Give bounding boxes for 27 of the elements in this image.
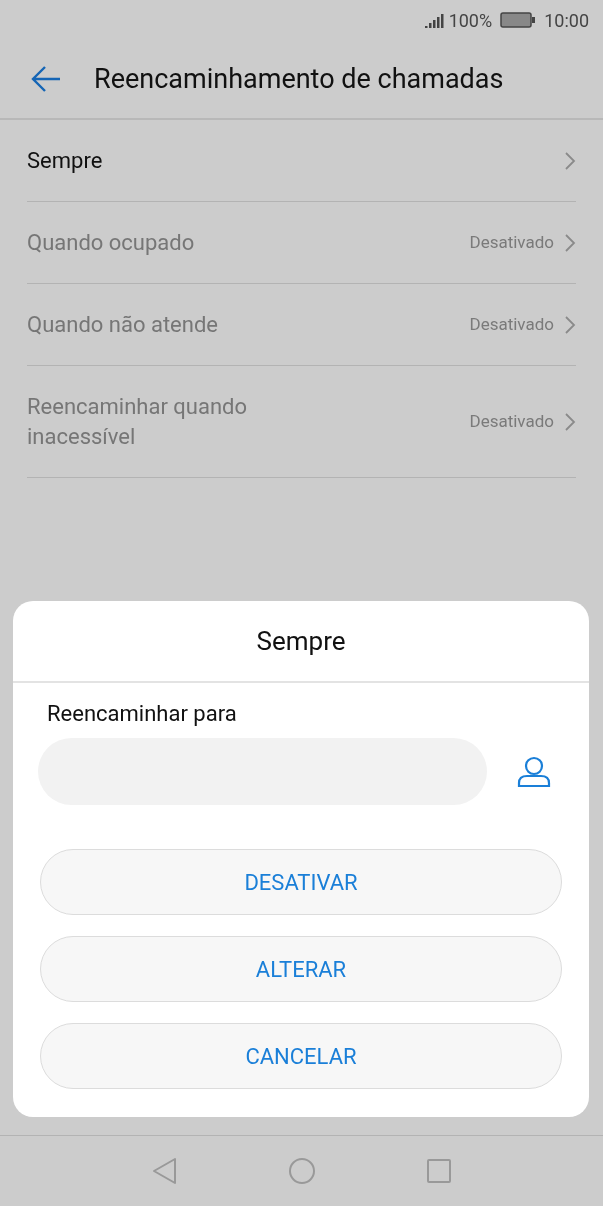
contact-icon[interactable] <box>517 755 551 788</box>
dialog-title: Sempre <box>256 624 346 658</box>
back-arrow-icon[interactable] <box>30 65 62 93</box>
row-status: Desativado <box>469 230 554 254</box>
dialog-button[interactable]: CANCELAR <box>40 1023 562 1089</box>
page-title: Reencaminhamento de chamadas <box>94 61 504 97</box>
recents-icon[interactable] <box>425 1158 452 1184</box>
chevron-right-icon <box>564 411 576 432</box>
row-label: Quando ocupado <box>27 228 195 257</box>
home-icon[interactable] <box>287 1157 316 1185</box>
battery-icon <box>500 12 537 28</box>
chevron-right-icon <box>564 232 576 253</box>
row-label: Sempre <box>27 146 103 175</box>
signal-icon <box>424 12 445 28</box>
dialog-button[interactable]: ALTERAR <box>40 936 562 1002</box>
dialog-button[interactable]: DESATIVAR <box>40 849 562 915</box>
settings-row[interactable]: Sempre <box>27 120 576 202</box>
back-icon[interactable] <box>151 1157 178 1185</box>
chevron-right-icon <box>564 314 576 335</box>
row-label: Reencaminhar quando inacessível <box>27 392 248 451</box>
row-status: Desativado <box>469 409 554 433</box>
row-label: Quando não atende <box>27 310 218 339</box>
clock: 10:00 <box>544 8 589 33</box>
chevron-right-icon <box>564 150 576 171</box>
field-label: Reencaminhar para <box>47 700 238 728</box>
row-status: Desativado <box>469 312 554 336</box>
battery-percent: 100% <box>448 8 493 33</box>
